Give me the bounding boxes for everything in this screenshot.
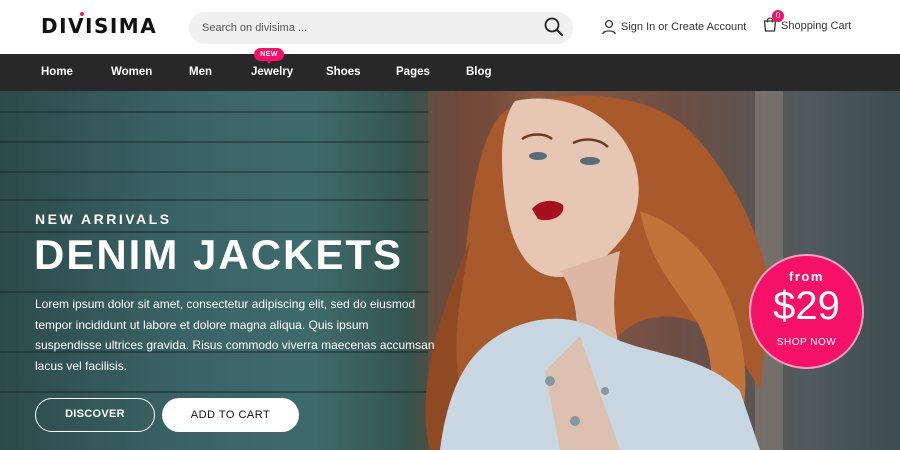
logo-accent-dot: [80, 12, 84, 16]
price-amount: $29: [773, 284, 840, 328]
cart-label: Shopping Cart: [781, 20, 852, 32]
nav-item-home[interactable]: Home: [41, 54, 73, 91]
account-link[interactable]: Sign In or Create Account: [601, 16, 746, 38]
logo[interactable]: DIVISIMA: [41, 14, 157, 38]
add-to-cart-button[interactable]: ADD TO CART: [162, 398, 299, 432]
search-icon[interactable]: [543, 16, 565, 38]
account-label: Sign In or Create Account: [621, 21, 747, 33]
shop-now-link[interactable]: SHOP NOW: [751, 337, 862, 348]
cart-count-badge: 0: [772, 10, 784, 22]
main-nav: Home Women Men Jewelry NEW Shoes Pages B…: [0, 48, 900, 91]
hero-description: Lorem ipsum dolor sit amet, consectetur …: [35, 297, 435, 373]
hero-title: DENIM JACKETS: [34, 231, 404, 278]
price-from-label: from: [789, 269, 824, 284]
nav-item-men[interactable]: Men: [189, 54, 212, 91]
hero-kicker: NEW ARRIVALS: [35, 211, 172, 227]
search-bar: [189, 12, 573, 44]
price-badge[interactable]: from $29 SHOP NOW: [749, 254, 864, 369]
hero-banner: NEW ARRIVALS DENIM JACKETS Lorem ipsum d…: [0, 91, 900, 450]
nav-item-shoes[interactable]: Shoes: [326, 54, 361, 91]
new-badge: NEW: [254, 48, 284, 64]
nav-item-women[interactable]: Women: [111, 54, 152, 91]
discover-button[interactable]: DISCOVER: [35, 398, 155, 432]
nav-item-blog[interactable]: Blog: [466, 54, 492, 91]
site-header: DIVISIMA Sign In or Create Account 0 Sho…: [0, 0, 900, 54]
nav-item-pages[interactable]: Pages: [396, 54, 430, 91]
shopping-cart-link[interactable]: 0 Shopping Cart: [762, 10, 852, 37]
user-icon: [602, 19, 616, 35]
search-input[interactable]: [202, 12, 522, 44]
